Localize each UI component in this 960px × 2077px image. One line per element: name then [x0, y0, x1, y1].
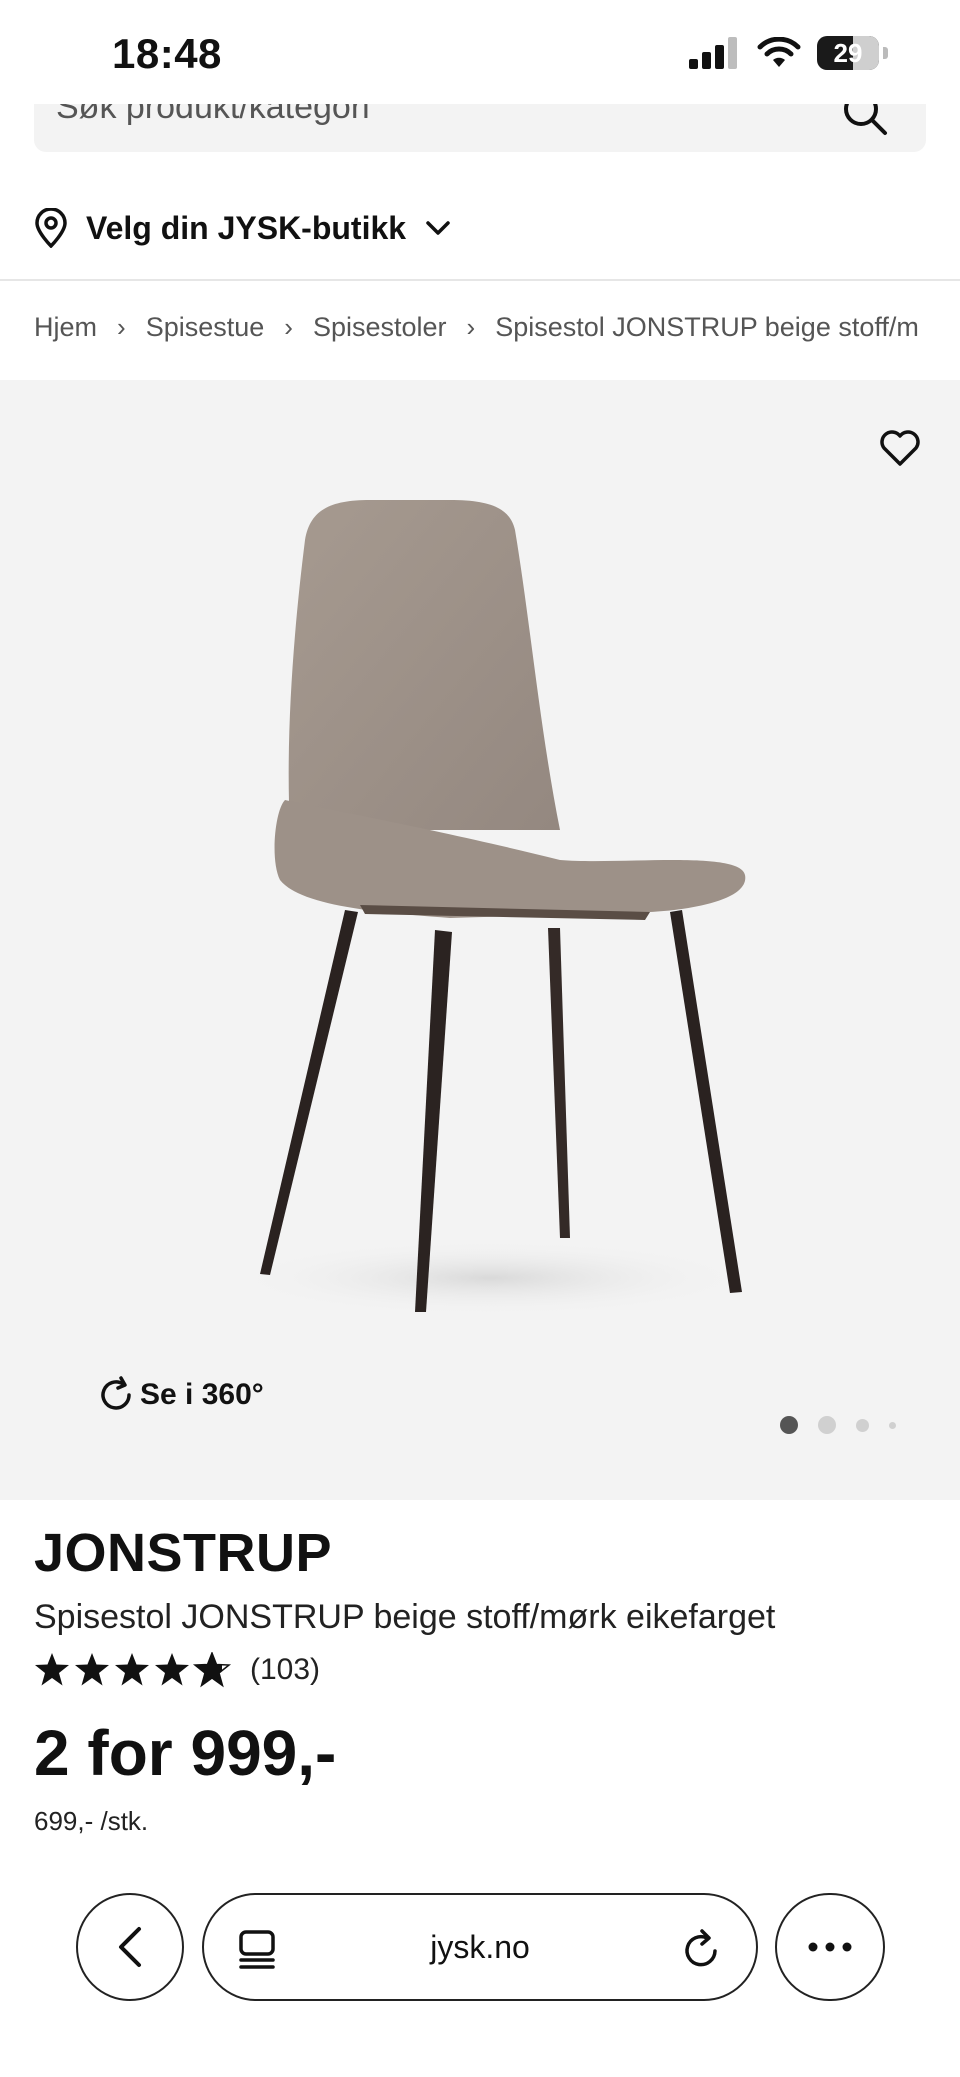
url-text: jysk.no: [430, 1929, 530, 1965]
gallery-dot[interactable]: [856, 1418, 869, 1432]
store-label: Velg din JYSK-butikk: [86, 209, 407, 246]
back-arrow-icon: [119, 1927, 141, 1967]
more-icon: [808, 1942, 852, 1952]
location-pin-icon: [35, 208, 67, 248]
search-icon[interactable]: [842, 104, 888, 136]
breadcrumb-separator: ›: [284, 312, 293, 342]
product-price: 2 for 999,-: [34, 1717, 337, 1789]
gallery-dot[interactable]: [818, 1416, 836, 1434]
chevron-down-icon: [426, 221, 450, 235]
gallery-pagination[interactable]: [780, 1416, 896, 1434]
heart-icon[interactable]: [878, 428, 922, 468]
signal-icon: [689, 37, 737, 69]
see-360-label: Se i 360°: [140, 1378, 264, 1411]
battery-tip: [883, 47, 888, 59]
search-placeholder: Søk produkt/kategori: [56, 104, 370, 126]
status-icons: 29: [689, 36, 888, 70]
product-rating[interactable]: (103): [34, 1652, 320, 1688]
product-gallery[interactable]: Se i 360°: [0, 380, 960, 1500]
address-bar[interactable]: jysk.no: [202, 1893, 758, 2001]
see-360-button[interactable]: Se i 360°: [96, 1375, 264, 1415]
gallery-dot-active[interactable]: [780, 1416, 798, 1434]
breadcrumb-separator: ›: [466, 312, 476, 342]
breadcrumb: Hjem › Spisestue › Spisestoler › Spisest…: [34, 312, 919, 343]
breadcrumb-item-current: Spisestol JONSTRUP beige stoff/m: [495, 312, 919, 342]
breadcrumb-item-spisestoler[interactable]: Spisestoler: [313, 312, 447, 343]
breadcrumb-item-home[interactable]: Hjem: [34, 312, 97, 343]
more-button[interactable]: [775, 1893, 885, 2001]
rating-count: (103): [250, 1653, 321, 1686]
star-rating-icon: [35, 1652, 230, 1687]
gallery-dot[interactable]: [889, 1421, 896, 1429]
status-time: 18:48: [112, 30, 222, 77]
wifi-icon: [757, 37, 801, 67]
divider: [0, 279, 960, 281]
back-button[interactable]: [76, 1893, 184, 2001]
product-image[interactable]: [190, 500, 770, 1330]
search-input[interactable]: Søk produkt/kategori: [34, 104, 926, 152]
breadcrumb-separator: ›: [117, 312, 126, 342]
battery-level: 29: [833, 37, 863, 68]
product-name: Spisestol JONSTRUP beige stoff/mørk eike…: [34, 1598, 776, 1636]
rotate-360-icon: [101, 1376, 131, 1410]
battery-icon: 29: [817, 36, 879, 70]
store-selector[interactable]: Velg din JYSK-butikk: [34, 208, 452, 248]
breadcrumb-item-spisestue[interactable]: Spisestue: [146, 312, 265, 343]
reload-icon[interactable]: [682, 1927, 722, 1971]
product-brand: JONSTRUP: [34, 1523, 333, 1583]
unit-price: 699,- /stk.: [34, 1806, 149, 1836]
